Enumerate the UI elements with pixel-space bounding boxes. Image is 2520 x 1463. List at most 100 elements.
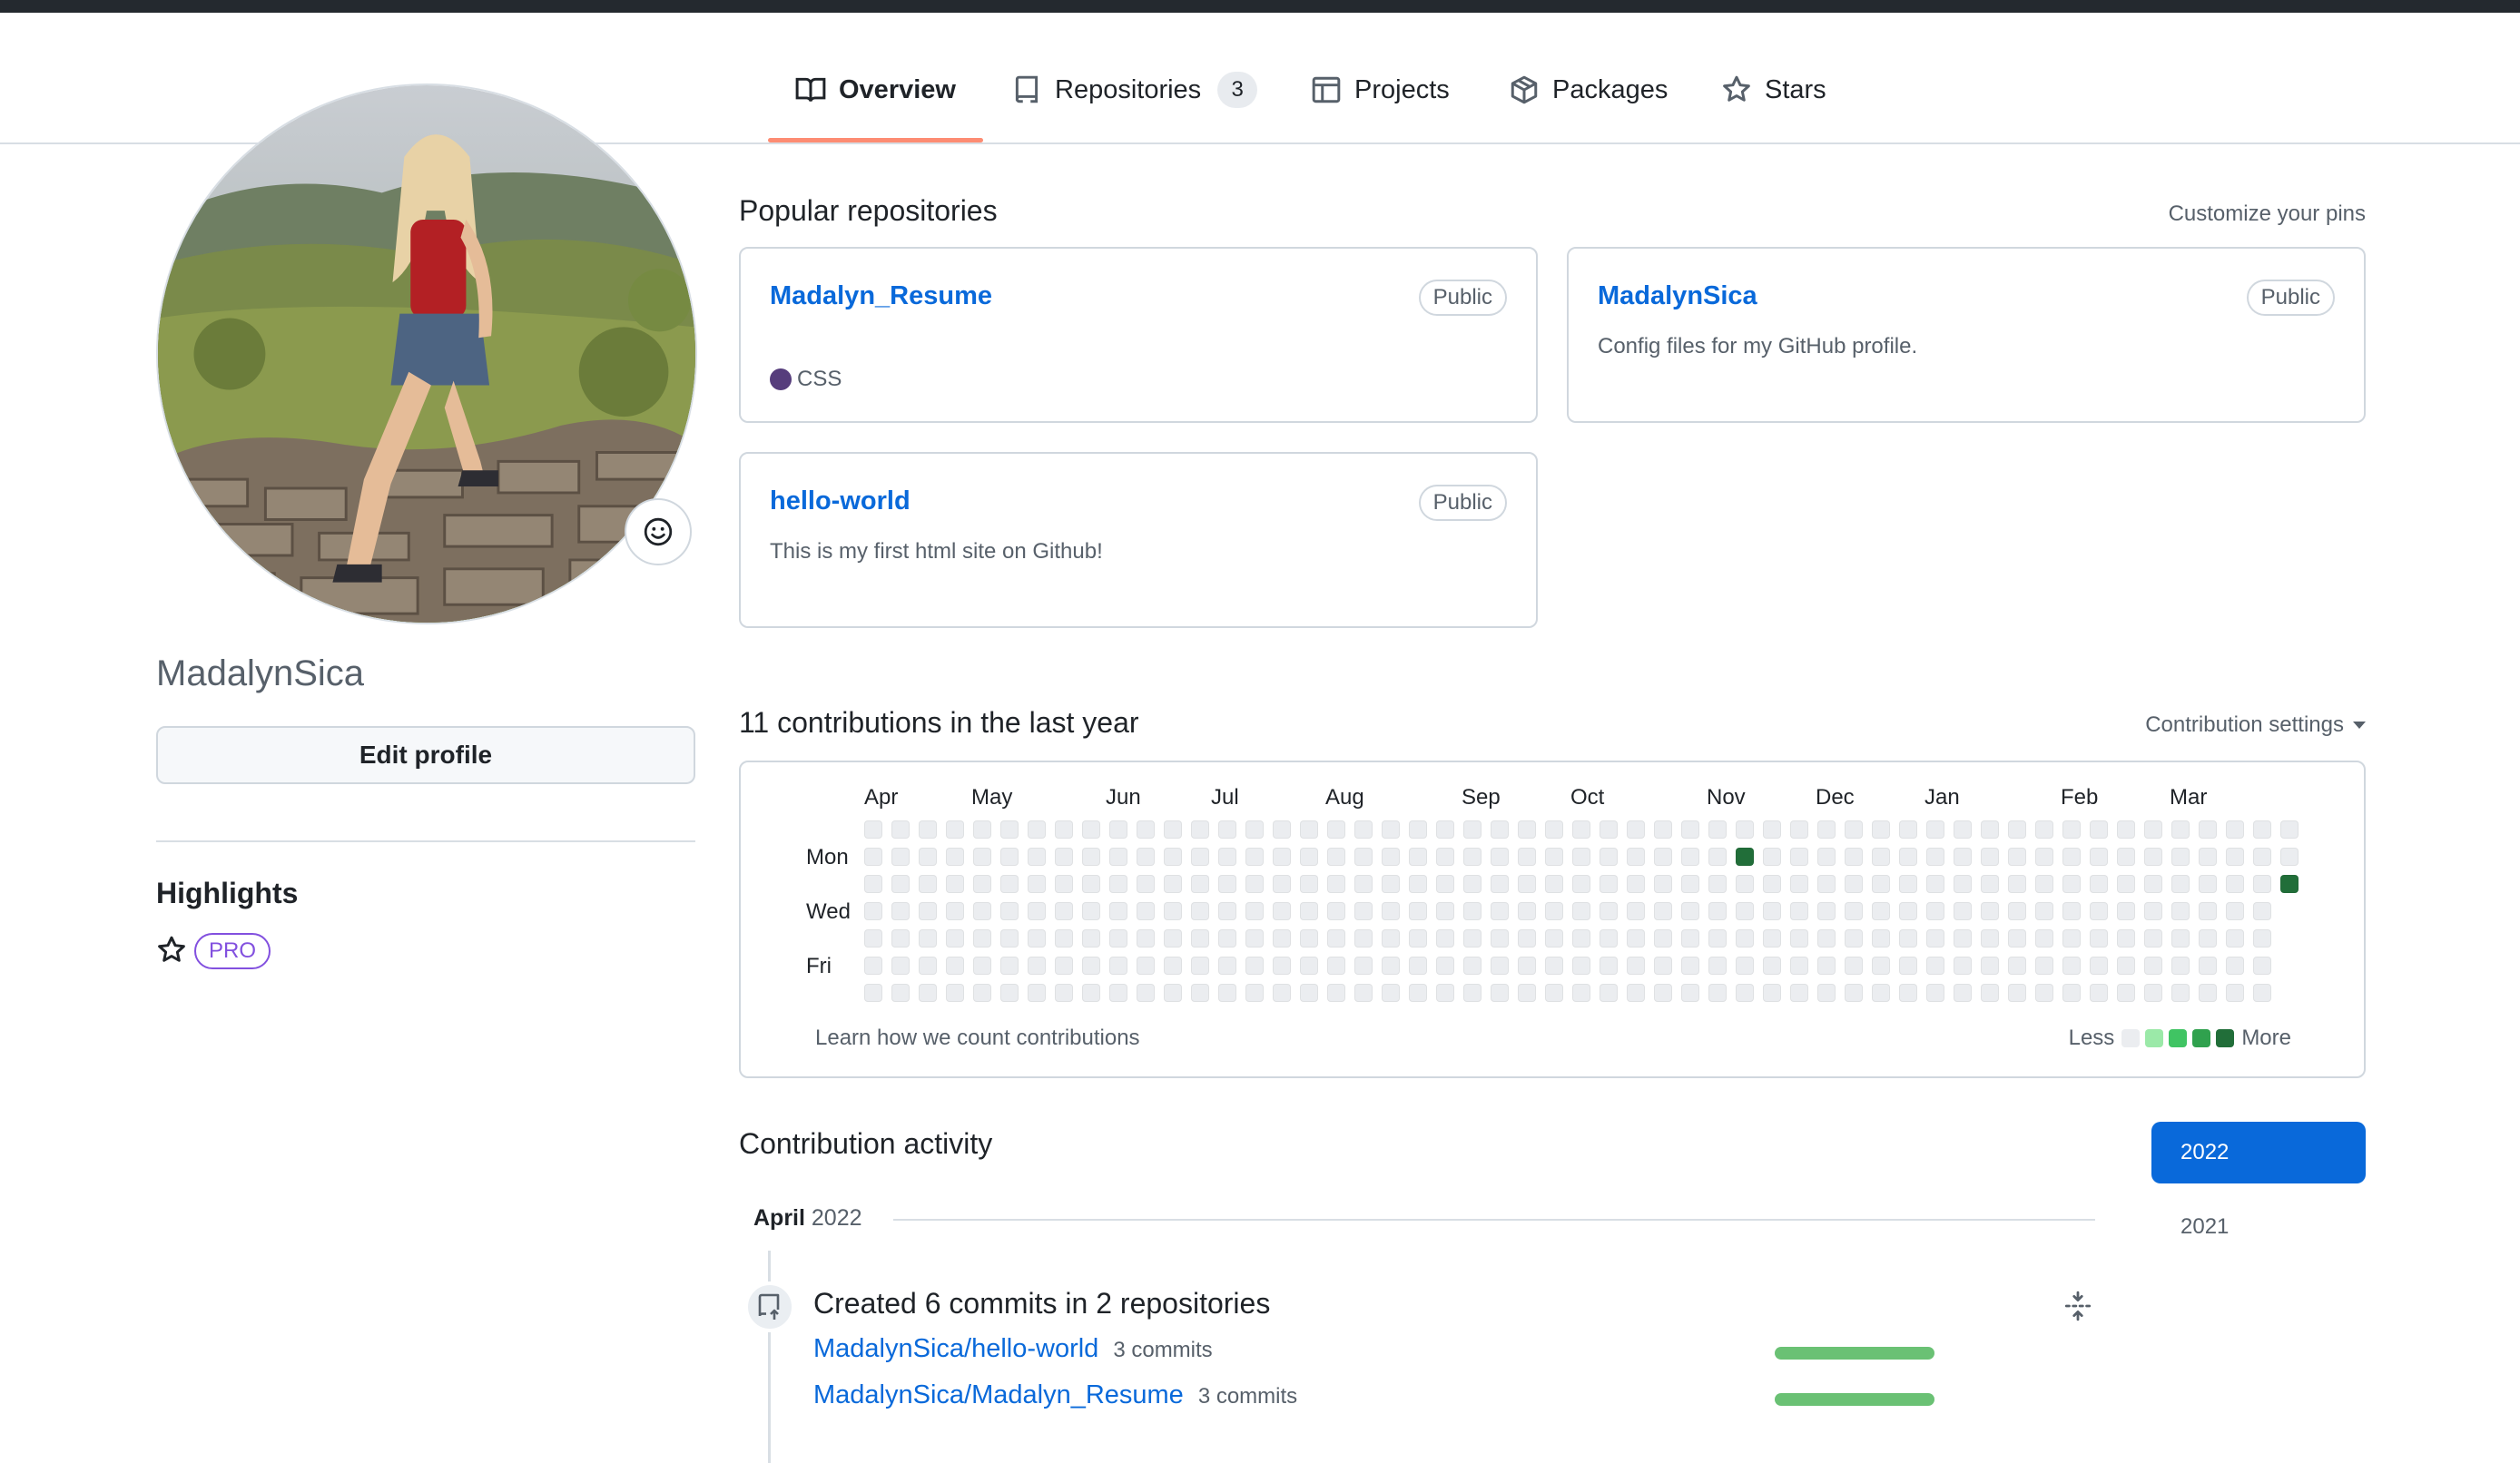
repo-link[interactable]: hello-world [770,486,911,516]
contribution-day-cell[interactable] [1191,957,1209,975]
contribution-day-cell[interactable] [891,902,910,920]
contribution-day-cell[interactable] [2090,848,2108,866]
tab-projects[interactable]: Projects [1311,69,1450,111]
contribution-day-cell[interactable] [1327,875,1345,893]
contribution-day-cell[interactable] [891,957,910,975]
contribution-day-cell[interactable] [1463,848,1481,866]
contribution-day-cell[interactable] [864,875,882,893]
contribution-day-cell[interactable] [2090,929,2108,948]
contribution-day-cell[interactable] [1137,848,1155,866]
contribution-day-cell[interactable] [1300,820,1318,839]
learn-contributions-link[interactable]: Learn how we count contributions [815,1026,1140,1051]
contribution-day-cell[interactable] [1899,875,1917,893]
contribution-day-cell[interactable] [1681,875,1699,893]
contribution-day-cell[interactable] [1981,902,1999,920]
contribution-day-cell[interactable] [1109,902,1127,920]
contribution-day-cell[interactable] [1327,984,1345,1002]
contribution-day-cell[interactable] [1218,820,1236,839]
contribution-day-cell[interactable] [1981,957,1999,975]
contribution-settings-dropdown[interactable]: Contribution settings [2145,712,2366,738]
contribution-day-cell[interactable] [1055,820,1073,839]
contribution-day-cell[interactable] [1627,820,1645,839]
contribution-day-cell[interactable] [1409,929,1427,948]
contribution-day-cell[interactable] [2171,820,2190,839]
contribution-day-cell[interactable] [1218,984,1236,1002]
contribution-day-cell[interactable] [2199,957,2217,975]
contribution-day-cell[interactable] [1028,929,1046,948]
contribution-day-cell[interactable] [864,820,882,839]
contribution-day-cell[interactable] [1082,848,1100,866]
contribution-day-cell[interactable] [1137,902,1155,920]
contribution-day-cell[interactable] [1790,820,1808,839]
contribution-day-cell[interactable] [919,984,937,1002]
contribution-day-cell[interactable] [1872,820,1890,839]
contribution-day-cell[interactable] [1763,984,1781,1002]
contribution-day-cell[interactable] [1708,820,1727,839]
contribution-day-cell[interactable] [2008,984,2026,1002]
contribution-day-cell[interactable] [1028,875,1046,893]
contribution-day-cell[interactable] [973,902,991,920]
contribution-day-cell[interactable] [1845,984,1863,1002]
contribution-day-cell[interactable] [1545,875,1563,893]
contribution-day-cell[interactable] [1627,957,1645,975]
contribution-day-cell[interactable] [864,848,882,866]
contribution-day-cell[interactable] [1954,929,1972,948]
contribution-day-cell[interactable] [2008,929,2026,948]
contribution-day-cell[interactable] [2253,875,2271,893]
contribution-day-cell[interactable] [1845,820,1863,839]
contribution-day-cell[interactable] [1245,902,1264,920]
contribution-day-cell[interactable] [919,820,937,839]
contribution-day-cell[interactable] [1164,984,1182,1002]
contribution-day-cell[interactable] [2144,875,2162,893]
contribution-day-cell[interactable] [1763,820,1781,839]
contribution-day-cell[interactable] [2062,820,2081,839]
contribution-day-cell[interactable] [1872,984,1890,1002]
contribution-day-cell[interactable] [1245,875,1264,893]
contribution-day-cell[interactable] [1164,875,1182,893]
contribution-day-cell[interactable] [1736,929,1754,948]
contribution-day-cell[interactable] [2253,848,2271,866]
contribution-day-cell[interactable] [1436,875,1454,893]
contribution-day-cell[interactable] [1681,902,1699,920]
contribution-day-cell[interactable] [1218,957,1236,975]
contribution-day-cell[interactable] [2035,984,2053,1002]
contribution-day-cell[interactable] [1491,848,1509,866]
contribution-day-cell[interactable] [1790,984,1808,1002]
contribution-day-cell[interactable] [1463,875,1481,893]
contribution-day-cell[interactable] [1708,957,1727,975]
tab-stars[interactable]: Stars [1721,69,1826,111]
contribution-day-cell[interactable] [1028,957,1046,975]
contribution-day-cell[interactable] [1708,984,1727,1002]
contribution-day-cell[interactable] [2035,875,2053,893]
commit-repo-link[interactable]: MadalynSica/hello-world [813,1334,1098,1364]
contribution-day-cell[interactable] [2090,902,2108,920]
contribution-day-cell[interactable] [1627,902,1645,920]
contribution-day-cell[interactable] [1926,820,1944,839]
contribution-day-cell[interactable] [2280,875,2299,893]
contribution-day-cell[interactable] [1245,848,1264,866]
contribution-day-cell[interactable] [1245,957,1264,975]
tab-repositories[interactable]: Repositories 3 [1011,69,1258,111]
contribution-day-cell[interactable] [2226,848,2244,866]
contribution-day-cell[interactable] [2199,984,2217,1002]
contribution-day-cell[interactable] [946,957,964,975]
contribution-day-cell[interactable] [1327,848,1345,866]
contribution-day-cell[interactable] [1899,929,1917,948]
contribution-day-cell[interactable] [2226,820,2244,839]
contribution-day-cell[interactable] [2090,820,2108,839]
contribution-day-cell[interactable] [1981,820,1999,839]
contribution-day-cell[interactable] [1191,902,1209,920]
contribution-day-cell[interactable] [1981,984,1999,1002]
contribution-day-cell[interactable] [2062,875,2081,893]
contribution-day-cell[interactable] [1055,957,1073,975]
contribution-day-cell[interactable] [1600,984,1618,1002]
contribution-day-cell[interactable] [1899,984,1917,1002]
contribution-day-cell[interactable] [1082,984,1100,1002]
contribution-day-cell[interactable] [1518,848,1536,866]
contribution-day-cell[interactable] [1082,957,1100,975]
contribution-day-cell[interactable] [1817,848,1836,866]
contribution-day-cell[interactable] [1817,957,1836,975]
repo-link[interactable]: MadalynSica [1598,281,1757,311]
contribution-day-cell[interactable] [1164,848,1182,866]
contribution-day-cell[interactable] [1981,929,1999,948]
